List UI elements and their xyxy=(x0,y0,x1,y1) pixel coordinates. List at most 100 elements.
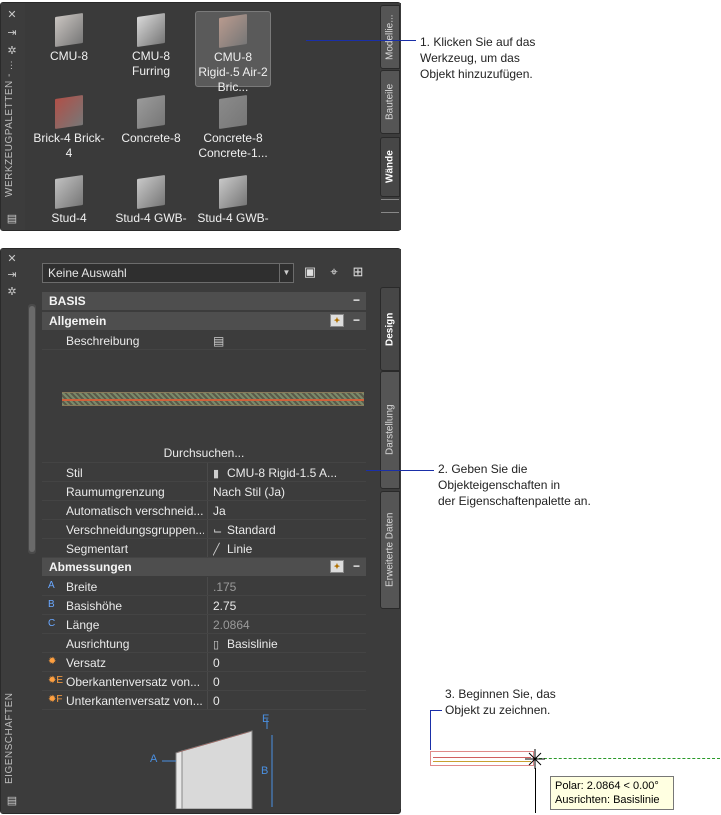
property-value[interactable]: ▯ Basislinie xyxy=(213,637,363,651)
annotation-step-3: 3. Beginnen Sie, das Objekt zu zeichnen. xyxy=(445,686,605,718)
column-divider xyxy=(207,615,208,633)
property-value[interactable]: 2.75 xyxy=(213,599,363,613)
drawing-canvas[interactable]: Polar: 2.0864 < 0.00° Ausrichten: Basisl… xyxy=(428,740,721,815)
autohide-icon[interactable]: ⇥ xyxy=(6,27,18,39)
property-row[interactable]: ✹E Oberkantenversatz von... 0 xyxy=(42,672,366,691)
group-allgemein-label: Allgemein xyxy=(49,314,107,328)
palette-menu-icon[interactable]: ▤ xyxy=(6,213,18,225)
column-divider xyxy=(207,596,208,614)
tab-bauteile[interactable]: Bauteile xyxy=(380,70,400,134)
dim-label-b: B xyxy=(261,765,269,777)
collapse-icon[interactable]: − xyxy=(353,559,360,573)
property-row[interactable]: B Basishöhe 2.75 xyxy=(42,596,366,615)
light-bulb-icon[interactable]: ✦ xyxy=(330,314,344,327)
settings-icon[interactable]: ✲ xyxy=(6,45,18,57)
settings-icon[interactable]: ✲ xyxy=(6,286,18,298)
tool-item[interactable]: CMU-8 Rigid-.5 Air-2 Bric... xyxy=(195,11,271,94)
annotation-step-2-text: 2. Geben Sie die Objekteigenschaften in … xyxy=(438,462,591,508)
browse-button[interactable]: Durchsuchen... xyxy=(42,446,366,460)
properties-titlebar[interactable]: ✕ ⇥ ✲ EIGENSCHAFTEN ▤ xyxy=(1,249,23,813)
property-value[interactable]: ⌙ Standard xyxy=(213,523,363,537)
wall-dimension-graphic xyxy=(162,719,273,810)
property-row[interactable]: ✹ Versatz 0 xyxy=(42,653,366,672)
property-marker: ✹F xyxy=(48,694,63,705)
wall-thumbnail-icon xyxy=(219,175,247,209)
polar-tracking-line xyxy=(534,758,720,759)
tab-erweiterte-daten[interactable]: Erweiterte Daten xyxy=(380,491,400,609)
description-edit-icon[interactable]: ▤ xyxy=(213,334,363,348)
tool-item[interactable]: Stud-4 xyxy=(31,173,107,249)
pickadd-icon[interactable]: ⊞ xyxy=(350,264,366,280)
tool-palette-titlebar[interactable]: ✕ ⇥ ✲ WERKZEUGPALETTEN - ... ▤ xyxy=(1,3,23,230)
column-divider xyxy=(207,501,208,519)
property-row[interactable]: Raumumgrenzung Nach Stil (Ja) xyxy=(42,482,366,501)
property-value[interactable]: ▮ CMU-8 Rigid-1.5 A... xyxy=(213,466,363,480)
chevron-down-icon[interactable]: ▼ xyxy=(279,264,293,282)
tab-overflow-lines xyxy=(381,199,399,213)
property-value[interactable]: 0 xyxy=(213,694,363,708)
property-row[interactable]: A Breite .175 xyxy=(42,577,366,596)
tool-palette-content: CMU-8 CMU-8 Furring CMU-8 Rigid-.5 Air-2 B… xyxy=(25,3,380,230)
tool-item[interactable]: CMU-8 xyxy=(31,11,107,87)
property-value[interactable]: Nach Stil (Ja) xyxy=(213,485,363,499)
tool-item[interactable]: Stud-4 GWB- xyxy=(195,173,271,249)
wall-thumbnail-icon xyxy=(55,95,83,129)
selection-dropdown[interactable]: Keine Auswahl ▼ xyxy=(42,263,294,283)
group-allgemein[interactable]: Allgemein ✦ − xyxy=(42,312,366,330)
properties-tabs: Design Darstellung Erweiterte Daten xyxy=(380,249,401,809)
property-row[interactable]: C Länge 2.0864 xyxy=(42,615,366,634)
section-basis[interactable]: BASIS − xyxy=(42,292,366,310)
collapse-icon[interactable]: − xyxy=(353,313,360,327)
tool-item[interactable]: Brick-4 Brick-4 xyxy=(31,93,107,169)
tool-palette-tabs: Modellie... Bauteile Wände xyxy=(380,3,401,230)
tab-modellieren[interactable]: Modellie... xyxy=(380,5,400,69)
tool-item[interactable]: Concrete-8 Concrete-1... xyxy=(195,93,271,169)
close-icon[interactable]: ✕ xyxy=(6,9,18,21)
tab-darstellung[interactable]: Darstellung xyxy=(380,371,400,489)
tool-item[interactable]: Concrete-8 xyxy=(113,93,189,169)
property-value[interactable]: Ja xyxy=(213,504,363,518)
property-value-text: 2.0864 xyxy=(213,618,250,632)
property-value[interactable]: 2.0864 xyxy=(213,618,363,632)
light-bulb-icon[interactable]: ✦ xyxy=(330,560,344,573)
wall-thumbnail-icon xyxy=(137,175,165,209)
property-row[interactable]: Ausrichtung ▯ Basislinie xyxy=(42,634,366,653)
wall-thumbnail-icon xyxy=(137,95,165,129)
close-icon[interactable]: ✕ xyxy=(6,253,18,265)
property-value[interactable]: 0 xyxy=(213,675,363,689)
property-value[interactable]: .175 xyxy=(213,580,363,594)
quick-select-icon[interactable]: ▣ xyxy=(302,264,318,280)
tab-design[interactable]: Design xyxy=(380,287,400,371)
property-value[interactable]: ╱ Linie xyxy=(213,542,363,556)
property-row[interactable]: Verschneidungsgruppen... ⌙ Standard xyxy=(42,520,366,539)
autohide-icon[interactable]: ⇥ xyxy=(6,269,18,281)
select-objects-icon[interactable]: ⌖ xyxy=(326,264,342,280)
property-row[interactable]: ✹F Unterkantenversatz von... 0 xyxy=(42,691,366,710)
property-row[interactable]: Stil ▮ CMU-8 Rigid-1.5 A... xyxy=(42,463,366,482)
wall-preview-graphic xyxy=(62,392,364,406)
properties-title: EIGENSCHAFTEN xyxy=(4,692,15,784)
property-label: Segmentart xyxy=(66,542,129,556)
tab-waende[interactable]: Wände xyxy=(380,137,400,197)
palette-menu-icon[interactable]: ▤ xyxy=(6,795,18,807)
column-divider xyxy=(207,691,208,709)
tool-label: Brick-4 Brick-4 xyxy=(33,131,105,160)
property-value[interactable]: 0 xyxy=(213,656,363,670)
property-value-text: 0 xyxy=(213,675,220,689)
wall-thumbnail-icon xyxy=(55,175,83,209)
tooltip-line-2: Ausrichten: Basislinie xyxy=(555,794,660,806)
group-abmessungen[interactable]: Abmessungen ✦ − xyxy=(42,558,366,576)
property-label: Stil xyxy=(66,466,83,480)
tool-item[interactable]: Stud-4 GWB- xyxy=(113,173,189,249)
leader-line-1 xyxy=(306,40,416,41)
tool-item[interactable]: CMU-8 Furring xyxy=(113,11,189,87)
scroll-thumb[interactable] xyxy=(29,306,35,552)
property-row[interactable]: Segmentart ╱ Linie xyxy=(42,539,366,558)
crosshair-cursor-icon xyxy=(525,749,545,769)
collapse-icon[interactable]: − xyxy=(353,293,360,307)
section-basis-label: BASIS xyxy=(49,294,86,308)
property-row-beschreibung[interactable]: Beschreibung ▤ xyxy=(42,331,366,350)
properties-scrollbar[interactable] xyxy=(28,304,36,554)
property-row[interactable]: Automatisch verschneid... Ja xyxy=(42,501,366,520)
leader-line-3h xyxy=(430,710,442,711)
